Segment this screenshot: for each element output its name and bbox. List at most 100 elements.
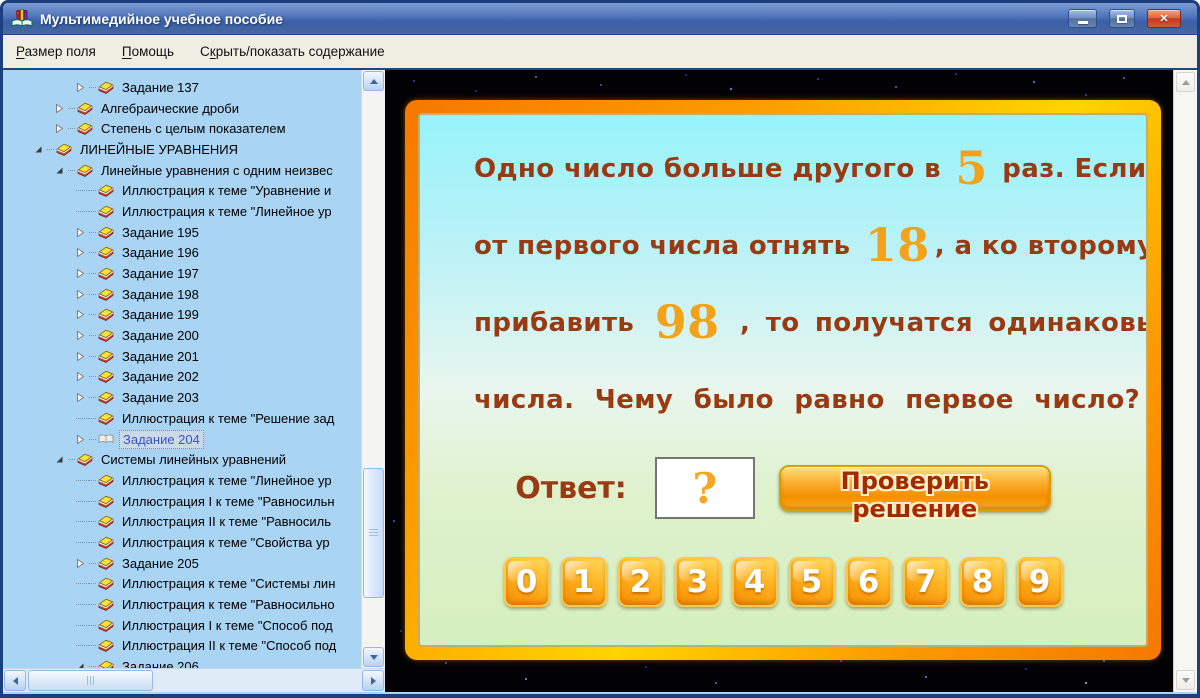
tree-item[interactable]: Задание 203 xyxy=(3,387,361,408)
tree-connector xyxy=(89,210,96,212)
digit-key-0[interactable]: 0 xyxy=(503,557,550,607)
menu-item-1[interactable]: Размер поля xyxy=(7,40,105,63)
expand-icon[interactable] xyxy=(55,103,68,113)
expand-icon[interactable] xyxy=(76,434,89,444)
tree-item-label: Задание 197 xyxy=(122,266,199,282)
tree-item[interactable]: Иллюстрация к теме "Равносильно xyxy=(3,594,361,615)
expand-icon[interactable] xyxy=(76,331,89,341)
expand-icon[interactable] xyxy=(76,372,89,382)
tree-item[interactable]: Задание 206 xyxy=(3,656,361,668)
scroll-grip-icon xyxy=(369,529,378,537)
content-scroll-up-button[interactable] xyxy=(1176,72,1195,92)
tree-item[interactable]: Задание 197 xyxy=(3,263,361,284)
tree-item[interactable]: Задание 195 xyxy=(3,222,361,243)
tree-item[interactable]: Задание 196 xyxy=(3,243,361,264)
maximize-button[interactable] xyxy=(1109,9,1135,28)
tree-item[interactable]: Иллюстрация I к теме "Способ под xyxy=(3,615,361,636)
tree-item[interactable]: Степень с целым показателем xyxy=(3,118,361,139)
tree-item[interactable]: Алгебраические дроби xyxy=(3,98,361,119)
digit-key-2[interactable]: 2 xyxy=(617,557,664,607)
tree-item[interactable]: Иллюстрация к теме "Линейное ур xyxy=(3,201,361,222)
tree-item[interactable]: Задание 137 xyxy=(3,77,361,98)
tree-item[interactable]: Иллюстрация к теме "Решение зад xyxy=(3,408,361,429)
digit-key-5[interactable]: 5 xyxy=(788,557,835,607)
tree-item[interactable]: Задание 202 xyxy=(3,367,361,388)
tree-item-label: Алгебраические дроби xyxy=(101,100,240,116)
tree-item[interactable]: Системы линейных уравнений xyxy=(3,449,361,470)
tree-connector xyxy=(76,624,89,626)
window-title: Мультимедийное учебное пособие xyxy=(40,10,283,27)
highlighted-number: 18 xyxy=(864,218,930,272)
tree-item[interactable]: Задание 199 xyxy=(3,305,361,326)
book-icon xyxy=(98,308,114,322)
digit-label: 6 xyxy=(857,564,880,600)
tree-scroll-right-button[interactable] xyxy=(362,670,384,691)
tree-connector xyxy=(76,190,89,192)
content-scroll-down-button[interactable] xyxy=(1176,670,1195,690)
digit-key-9[interactable]: 9 xyxy=(1016,557,1063,607)
expand-icon[interactable] xyxy=(76,248,89,258)
menu-item-2[interactable]: Помощь xyxy=(113,40,183,63)
expand-icon[interactable] xyxy=(55,124,68,134)
expand-icon[interactable] xyxy=(76,289,89,299)
tree-item[interactable]: Иллюстрация II к теме "Способ под xyxy=(3,636,361,657)
open-book-icon xyxy=(98,433,114,445)
tree-item[interactable]: Иллюстрация I к теме "Равносильн xyxy=(3,491,361,512)
tree-item[interactable]: Иллюстрация к теме "Уравнение и xyxy=(3,180,361,201)
tree-horizontal-scroll-thumb[interactable] xyxy=(28,670,153,691)
tree-scroll-down-button[interactable] xyxy=(363,647,384,667)
tree-connector xyxy=(89,604,96,606)
digit-key-1[interactable]: 1 xyxy=(560,557,607,607)
tree-item[interactable]: Линейные уравнения с одним неизвес xyxy=(3,160,361,181)
content-vertical-scrollbar[interactable] xyxy=(1173,70,1197,692)
titlebar[interactable]: Мультимедийное учебное пособие ✕ xyxy=(3,3,1197,35)
tree-item-label: Иллюстрация I к теме "Способ под xyxy=(122,617,333,633)
tree-connector xyxy=(76,417,89,419)
digit-key-6[interactable]: 6 xyxy=(845,557,892,607)
tree-connector xyxy=(89,252,96,254)
tree-item[interactable]: Иллюстрация к теме "Системы лин xyxy=(3,574,361,595)
expand-icon[interactable] xyxy=(76,351,89,361)
tree-connector xyxy=(89,293,96,295)
book-icon xyxy=(98,370,114,384)
expand-icon[interactable] xyxy=(76,393,89,403)
tree-item[interactable]: Иллюстрация к теме "Линейное ур xyxy=(3,470,361,491)
tree-scroll-left-button[interactable] xyxy=(4,670,26,691)
book-icon xyxy=(77,453,93,467)
digit-key-3[interactable]: 3 xyxy=(674,557,721,607)
tree-item[interactable]: Иллюстрация II к теме "Равносиль xyxy=(3,511,361,532)
contents-tree-panel: Задание 137 Алгебраические дроби Степень с… xyxy=(3,70,385,692)
collapse-icon[interactable] xyxy=(34,145,47,154)
collapse-icon[interactable] xyxy=(55,166,68,175)
tree-item[interactable]: ЛИНЕЙНЫЕ УРАВНЕНИЯ xyxy=(3,139,361,160)
expand-icon[interactable] xyxy=(76,82,89,92)
expand-icon[interactable] xyxy=(76,269,89,279)
tree-horizontal-scrollbar[interactable] xyxy=(3,668,385,692)
tree-item[interactable]: Задание 204 xyxy=(3,429,361,450)
expand-icon[interactable] xyxy=(76,227,89,237)
expand-icon[interactable] xyxy=(76,310,89,320)
digit-key-4[interactable]: 4 xyxy=(731,557,778,607)
digit-key-7[interactable]: 7 xyxy=(902,557,949,607)
menu-item-3[interactable]: Скрыть/показать содержание xyxy=(191,40,394,63)
close-button[interactable]: ✕ xyxy=(1147,9,1181,28)
book-icon xyxy=(98,246,114,260)
check-solution-button[interactable]: Проверить решение xyxy=(778,465,1051,523)
digit-key-8[interactable]: 8 xyxy=(959,557,1006,607)
tree-item[interactable]: Задание 205 xyxy=(3,553,361,574)
tree-item[interactable]: Задание 198 xyxy=(3,284,361,305)
tree-item[interactable]: Задание 201 xyxy=(3,346,361,367)
book-icon xyxy=(98,557,114,570)
tree-scroll-up-button[interactable] xyxy=(363,71,384,91)
minimize-button[interactable] xyxy=(1068,9,1097,28)
arrow-down-icon xyxy=(1181,677,1190,683)
tree-item[interactable]: Иллюстрация к теме "Свойства ур xyxy=(3,532,361,553)
tree-vertical-scrollbar[interactable] xyxy=(361,70,385,668)
tree-item[interactable]: Задание 200 xyxy=(3,325,361,346)
collapse-icon[interactable] xyxy=(55,455,68,464)
expand-icon[interactable] xyxy=(76,558,89,568)
book-icon xyxy=(98,660,114,668)
question-line: прибавить 98 , то получатся одинаковые xyxy=(474,299,1146,345)
answer-input[interactable]: ? xyxy=(654,457,755,519)
tree-vertical-scroll-thumb[interactable] xyxy=(363,468,384,598)
